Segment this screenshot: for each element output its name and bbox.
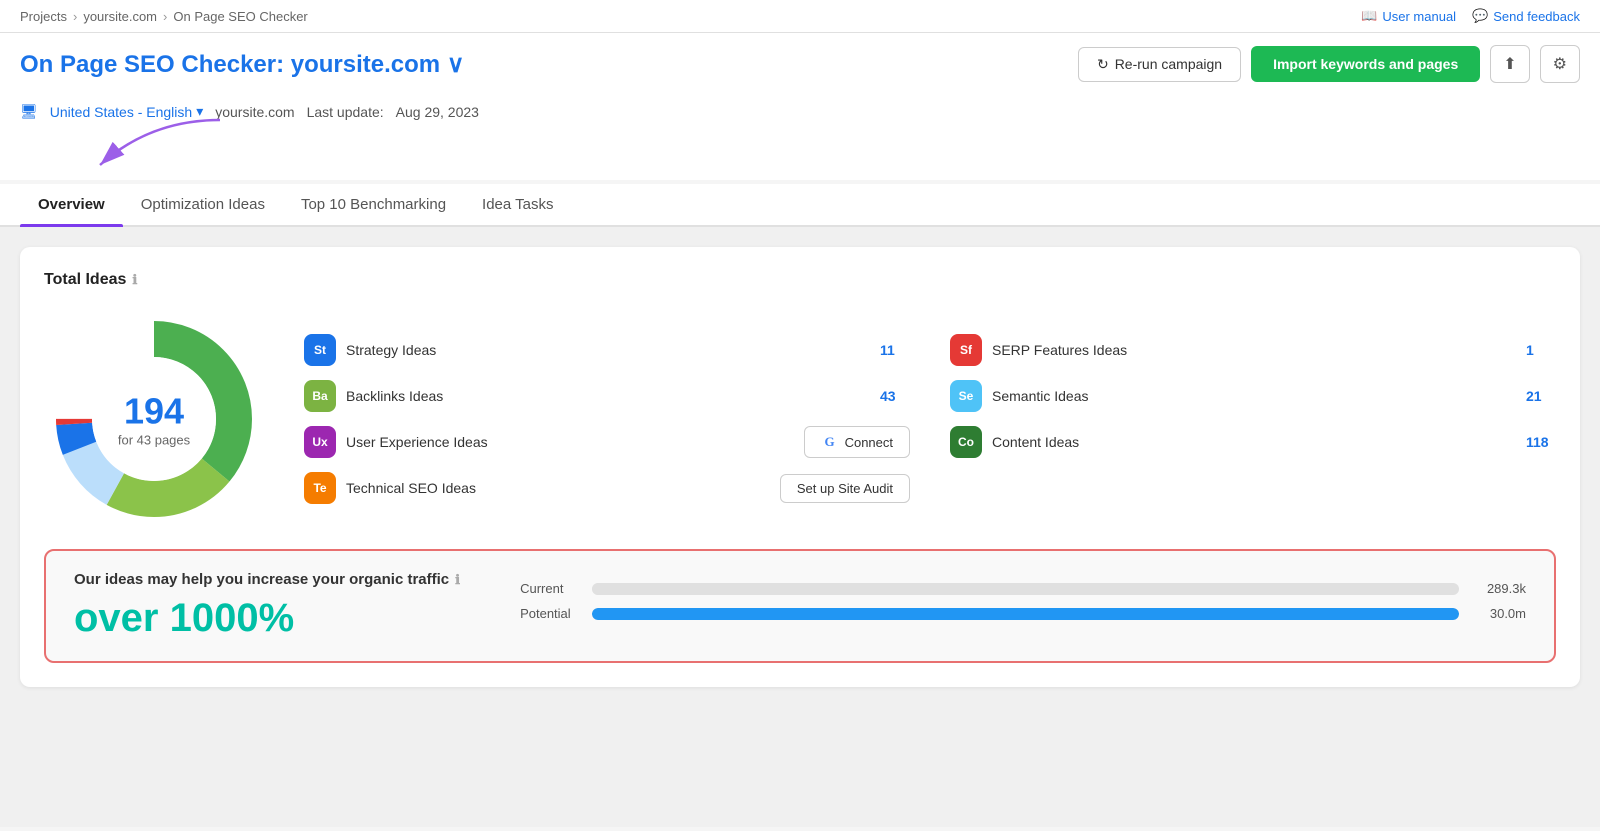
user-manual-link[interactable]: 📖 User manual xyxy=(1361,8,1456,24)
import-button[interactable]: Import keywords and pages xyxy=(1251,46,1480,82)
traffic-title: Our ideas may help you increase your org… xyxy=(74,571,460,588)
settings-button[interactable]: ⚙ xyxy=(1540,45,1580,83)
content-count[interactable]: 118 xyxy=(1526,434,1556,450)
main-content: Total Ideas ℹ xyxy=(0,227,1600,827)
potential-label: Potential xyxy=(520,606,580,621)
info-icon[interactable]: ℹ xyxy=(132,272,137,288)
idea-row-strategy: St Strategy Ideas 11 xyxy=(304,334,910,366)
strategy-count[interactable]: 11 xyxy=(880,342,910,358)
header-actions: ↻ Re-run campaign Import keywords and pa… xyxy=(1078,45,1580,83)
ideas-content: 194 for 43 pages St Strategy Ideas 11 Sf… xyxy=(44,309,1556,529)
traffic-left: Our ideas may help you increase your org… xyxy=(74,571,460,641)
traffic-percentage: over 1000% xyxy=(74,596,460,641)
current-bar-row: Current 289.3k xyxy=(520,581,1526,596)
strategy-label: Strategy Ideas xyxy=(346,342,870,358)
top-bar-right: 📖 User manual 💬 Send feedback xyxy=(1361,8,1580,24)
traffic-info-icon[interactable]: ℹ xyxy=(455,572,460,588)
badge-technical: Te xyxy=(304,472,336,504)
idea-row-semantic: Se Semantic Ideas 21 xyxy=(950,380,1556,412)
arrow-svg xyxy=(20,110,260,180)
current-bar-track xyxy=(592,583,1459,595)
idea-row-ux: Ux User Experience Ideas G Connect xyxy=(304,426,910,458)
backlinks-count[interactable]: 43 xyxy=(880,388,910,404)
badge-backlinks: Ba xyxy=(304,380,336,412)
backlinks-label: Backlinks Ideas xyxy=(346,388,870,404)
donut-chart: 194 for 43 pages xyxy=(44,309,264,529)
idea-row-serp: Sf SERP Features Ideas 1 xyxy=(950,334,1556,366)
breadcrumb-page: On Page SEO Checker xyxy=(173,9,307,24)
breadcrumb: Projects › yoursite.com › On Page SEO Ch… xyxy=(20,9,308,24)
card-title: Total Ideas ℹ xyxy=(44,271,1556,289)
rerun-button[interactable]: ↻ Re-run campaign xyxy=(1078,47,1241,82)
potential-bar-row: Potential 30.0m xyxy=(520,606,1526,621)
top-bar: Projects › yoursite.com › On Page SEO Ch… xyxy=(0,0,1600,33)
traffic-box: Our ideas may help you increase your org… xyxy=(44,549,1556,663)
potential-value: 30.0m xyxy=(1471,606,1526,621)
breadcrumb-sep2: › xyxy=(163,9,167,24)
badge-strategy: St xyxy=(304,334,336,366)
send-feedback-link[interactable]: 💬 Send feedback xyxy=(1472,8,1580,24)
last-update-label: Last update: xyxy=(307,104,384,120)
current-label: Current xyxy=(520,581,580,596)
badge-ux: Ux xyxy=(304,426,336,458)
tab-overview[interactable]: Overview xyxy=(20,184,123,225)
badge-semantic: Se xyxy=(950,380,982,412)
idea-row-technical: Te Technical SEO Ideas Set up Site Audit xyxy=(304,472,910,504)
badge-content: Co xyxy=(950,426,982,458)
total-subtitle: for 43 pages xyxy=(118,433,190,448)
total-ideas-card: Total Ideas ℹ xyxy=(20,247,1580,687)
current-value: 289.3k xyxy=(1471,581,1526,596)
breadcrumb-site[interactable]: yoursite.com xyxy=(83,9,157,24)
total-count: 194 xyxy=(118,391,190,433)
tabs: Overview Optimization Ideas Top 10 Bench… xyxy=(0,184,1600,227)
tab-tasks[interactable]: Idea Tasks xyxy=(464,184,571,225)
google-icon: G xyxy=(821,433,839,451)
page-title: On Page SEO Checker: yoursite.com ∨ xyxy=(20,50,464,79)
serp-count[interactable]: 1 xyxy=(1526,342,1556,358)
siteaudit-button[interactable]: Set up Site Audit xyxy=(780,474,910,503)
content-label: Content Ideas xyxy=(992,434,1516,450)
traffic-bars: Current 289.3k Potential 30.0m xyxy=(520,581,1526,631)
potential-bar-track xyxy=(592,608,1459,620)
serp-label: SERP Features Ideas xyxy=(992,342,1516,358)
book-icon: 📖 xyxy=(1361,8,1377,24)
ux-label: User Experience Ideas xyxy=(346,434,794,450)
page-header: On Page SEO Checker: yoursite.com ∨ ↻ Re… xyxy=(0,33,1600,95)
semantic-count[interactable]: 21 xyxy=(1526,388,1556,404)
potential-bar-fill xyxy=(592,608,1459,620)
idea-row-content: Co Content Ideas 118 xyxy=(950,426,1556,458)
site-name-link[interactable]: yoursite.com ∨ xyxy=(291,51,465,78)
ideas-list: St Strategy Ideas 11 Sf SERP Features Id… xyxy=(304,334,1556,504)
current-bar-fill xyxy=(592,583,661,595)
tab-optimization[interactable]: Optimization Ideas xyxy=(123,184,283,225)
feedback-icon: 💬 xyxy=(1472,8,1488,24)
tab-benchmarking[interactable]: Top 10 Benchmarking xyxy=(283,184,464,225)
donut-center: 194 for 43 pages xyxy=(118,391,190,448)
share-button[interactable]: ⬆ xyxy=(1490,45,1529,83)
last-update-date: Aug 29, 2023 xyxy=(396,104,479,120)
semantic-label: Semantic Ideas xyxy=(992,388,1516,404)
badge-serp: Sf xyxy=(950,334,982,366)
arrow-annotation xyxy=(0,120,1600,180)
idea-row-backlinks: Ba Backlinks Ideas 43 xyxy=(304,380,910,412)
connect-button[interactable]: G Connect xyxy=(804,426,910,458)
technical-label: Technical SEO Ideas xyxy=(346,480,770,496)
breadcrumb-sep1: › xyxy=(73,9,77,24)
breadcrumb-projects[interactable]: Projects xyxy=(20,9,67,24)
refresh-icon: ↻ xyxy=(1097,56,1109,73)
